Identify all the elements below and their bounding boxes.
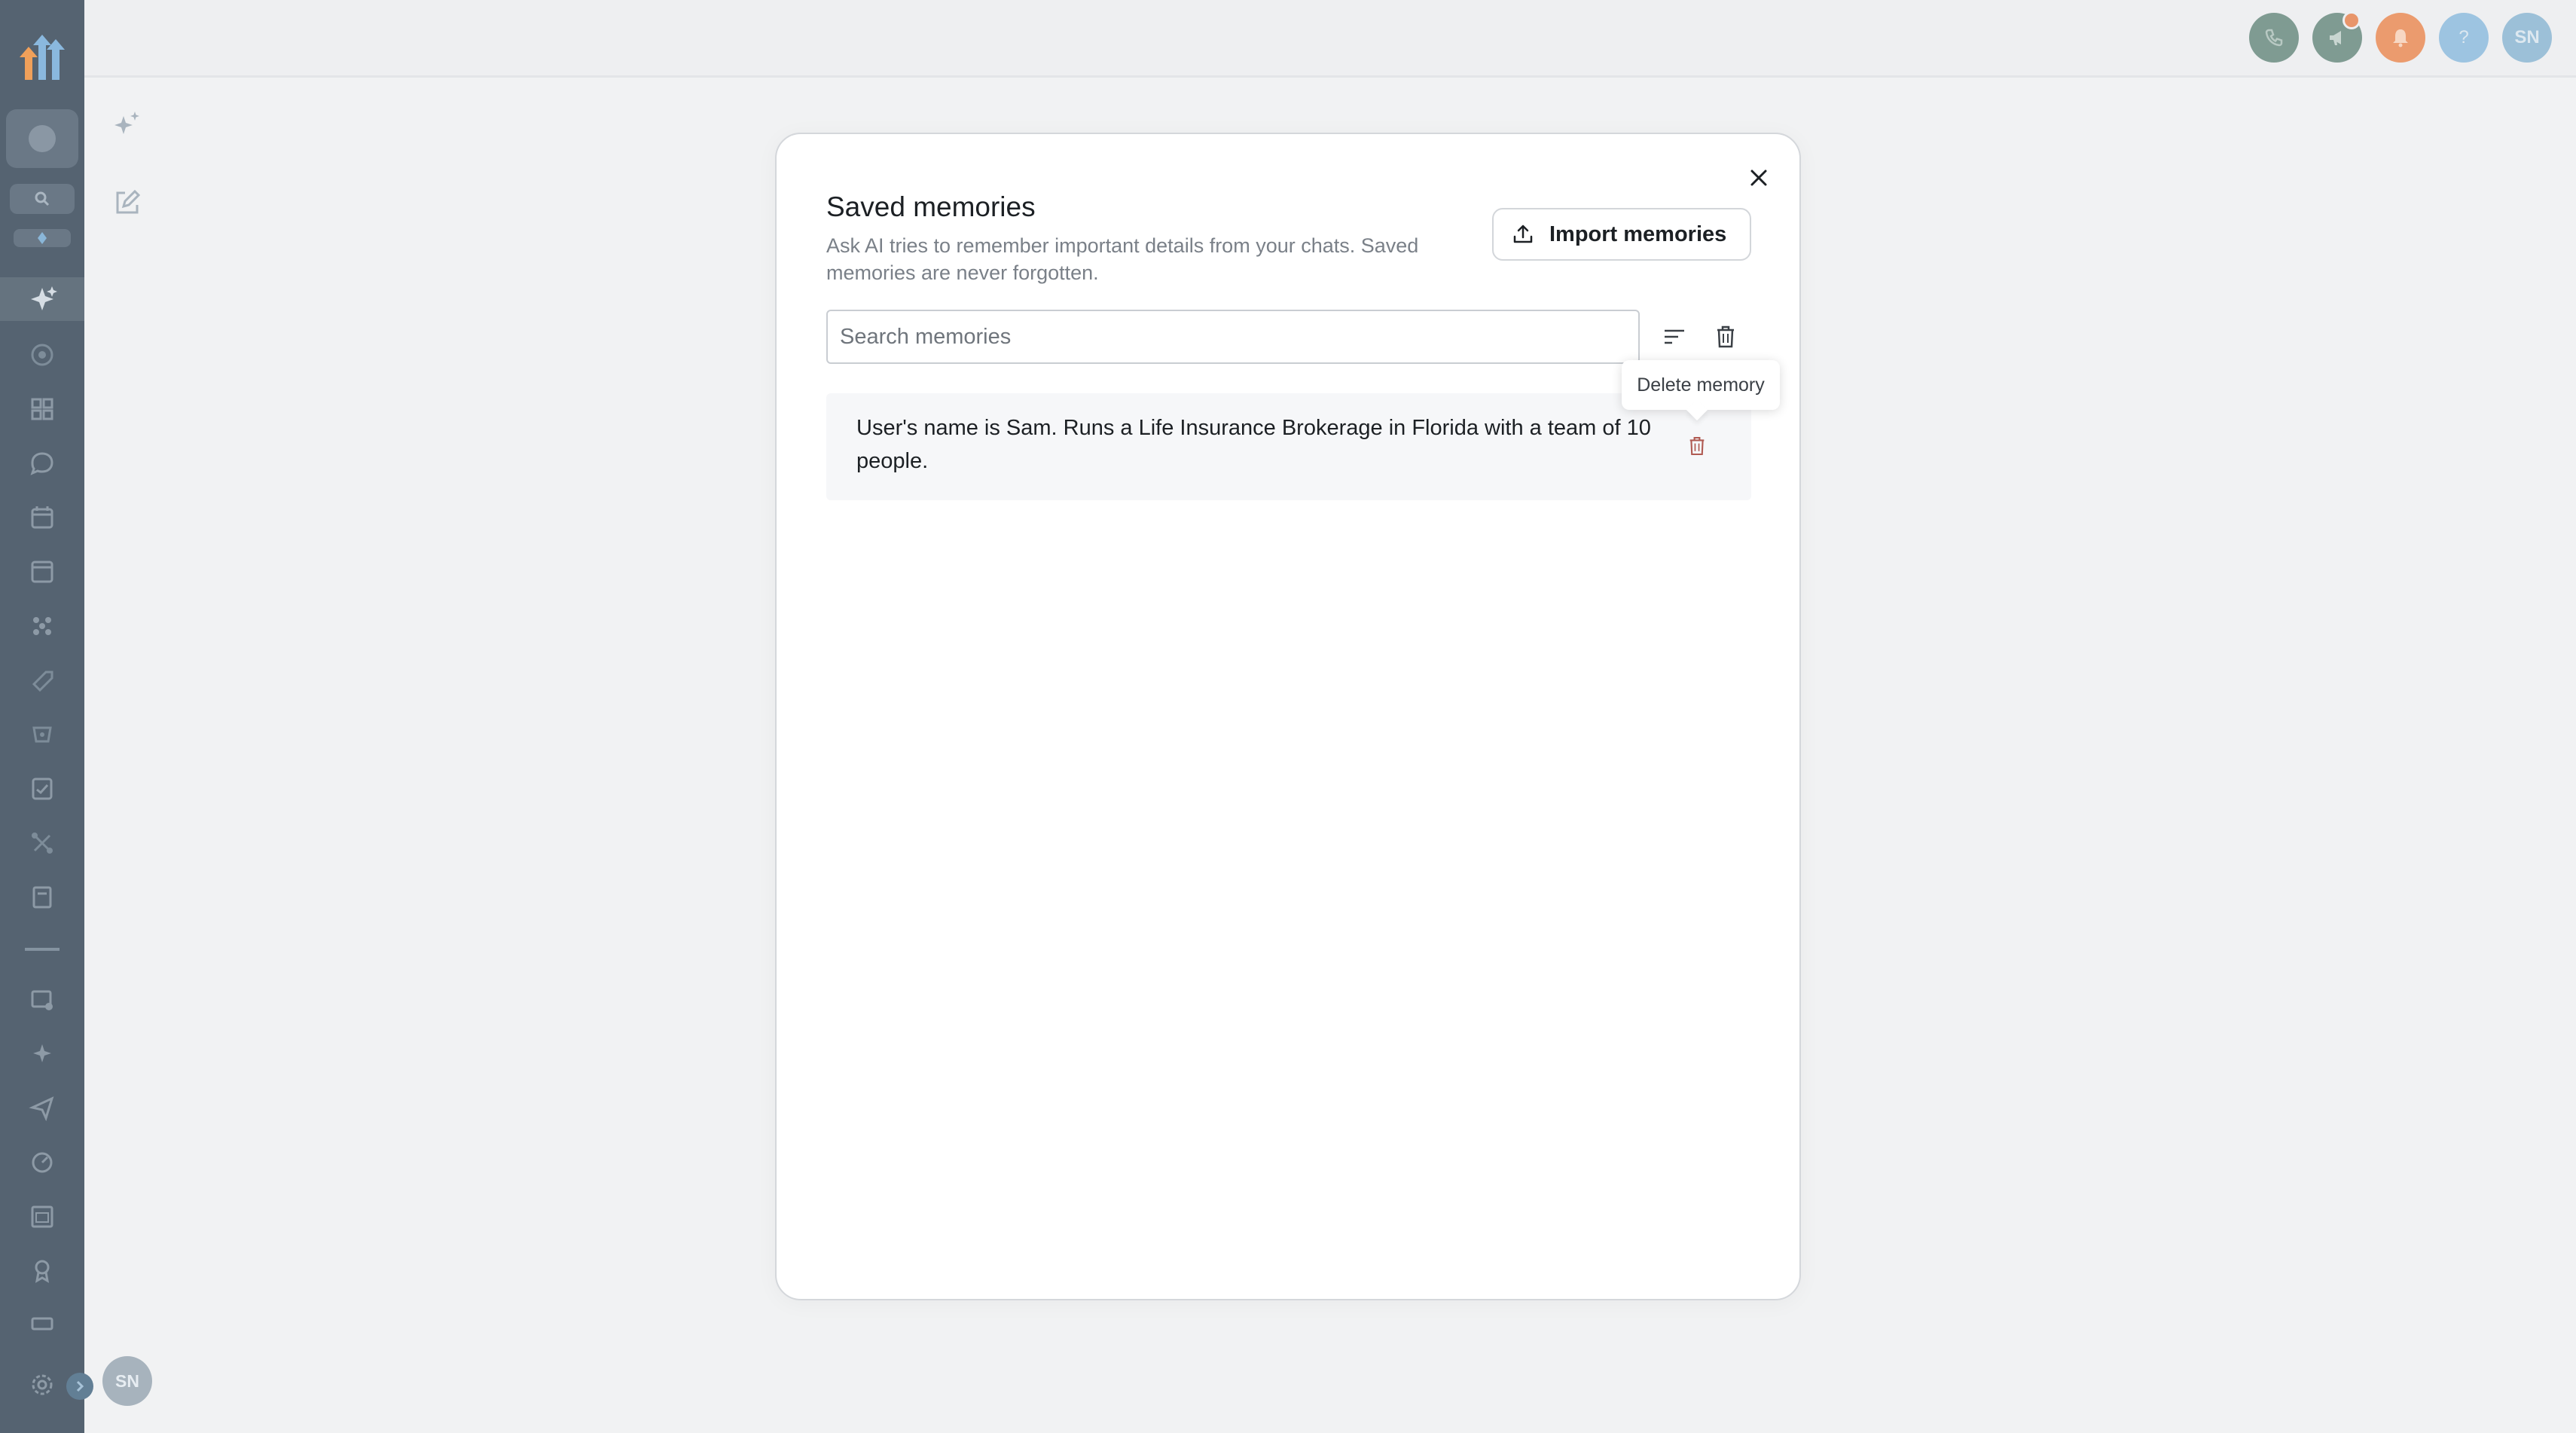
- target-icon[interactable]: [23, 336, 61, 374]
- announcements-button[interactable]: [2312, 11, 2362, 63]
- import-memories-button[interactable]: Import memories: [1492, 208, 1751, 261]
- quick-actions[interactable]: [14, 229, 71, 247]
- workflow-icon[interactable]: [23, 607, 61, 645]
- sidebar-divider: [25, 948, 60, 951]
- integrations-icon[interactable]: [23, 824, 61, 862]
- memory-text: User's name is Sam. Runs a Life Insuranc…: [856, 416, 1651, 473]
- sparkles-icon[interactable]: [23, 280, 61, 318]
- location-switcher[interactable]: [6, 109, 78, 168]
- award-icon[interactable]: [23, 1252, 61, 1290]
- notifications-button[interactable]: [2376, 13, 2425, 63]
- sites-icon[interactable]: [23, 1198, 61, 1236]
- reporting-icon[interactable]: [23, 770, 61, 808]
- profile-avatar-button[interactable]: SN: [2502, 13, 2552, 63]
- search-icon: [35, 191, 50, 206]
- tag-icon[interactable]: [23, 662, 61, 699]
- analytics-icon[interactable]: [23, 1144, 61, 1181]
- bell-icon: [2393, 29, 2408, 47]
- saved-memories-modal: Saved memories Ask AI tries to remember …: [775, 133, 1801, 1300]
- calendar-icon[interactable]: [23, 499, 61, 536]
- modal-description: Ask AI tries to remember important detai…: [826, 234, 1419, 284]
- help-button[interactable]: ?: [2439, 13, 2489, 63]
- user-avatar[interactable]: SN: [102, 1356, 152, 1406]
- sidebar-expand-button[interactable]: [66, 1373, 93, 1400]
- trash-icon: [1717, 325, 1734, 348]
- sort-button[interactable]: [1655, 317, 1694, 356]
- memory-list-item[interactable]: User's name is Sam. Runs a Life Insuranc…: [826, 393, 1751, 500]
- documents-icon[interactable]: [23, 878, 61, 916]
- dashboard-icon[interactable]: [23, 390, 61, 428]
- reputation-icon[interactable]: [23, 716, 61, 753]
- ai-agent-icon[interactable]: [23, 1035, 61, 1073]
- search-memories-input[interactable]: [828, 311, 1638, 362]
- phone-button[interactable]: [2249, 13, 2299, 63]
- search-memories-input-wrapper: [826, 310, 1640, 364]
- contacts-icon[interactable]: [23, 553, 61, 591]
- trash-icon: [1689, 436, 1705, 456]
- sort-icon: [1665, 329, 1684, 344]
- notification-dot: [2343, 11, 2361, 29]
- phone-icon: [2265, 29, 2283, 47]
- close-icon: [1750, 170, 1767, 186]
- delete-all-button[interactable]: [1706, 317, 1745, 356]
- compose-icon[interactable]: [110, 185, 145, 220]
- ai-sparkles-icon[interactable]: [110, 107, 145, 142]
- media-icon[interactable]: [23, 981, 61, 1019]
- delete-memory-button[interactable]: [1677, 426, 1717, 466]
- tooltip-label: Delete memory: [1637, 374, 1765, 396]
- settings-icon[interactable]: [23, 1366, 61, 1404]
- modal-title: Saved memories: [826, 191, 1036, 222]
- upload-icon: [1513, 225, 1533, 243]
- main-sidebar: [0, 0, 84, 1433]
- send-icon[interactable]: [23, 1089, 61, 1127]
- help-label: ?: [2458, 27, 2469, 47]
- chat-icon[interactable]: [23, 445, 61, 482]
- bolt-icon: [38, 232, 47, 244]
- megaphone-icon: [2330, 31, 2341, 45]
- gallery-icon[interactable]: [23, 1306, 61, 1344]
- sidebar-search[interactable]: [10, 184, 75, 214]
- delete-memory-tooltip: Delete memory: [1622, 360, 1780, 410]
- chevron-right-icon: [76, 1380, 84, 1392]
- top-header: ? SN: [84, 0, 2576, 78]
- profile-initials: SN: [2514, 27, 2540, 47]
- app-logo[interactable]: [14, 27, 71, 80]
- import-memories-label: Import memories: [1549, 222, 1727, 246]
- close-button[interactable]: [1741, 160, 1777, 196]
